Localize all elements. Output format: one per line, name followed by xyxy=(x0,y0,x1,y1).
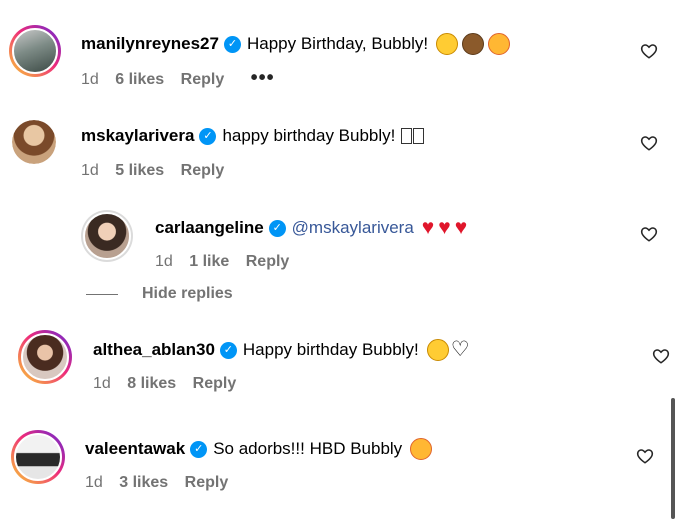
comment-time: 1d xyxy=(93,375,111,392)
like-heart-icon[interactable] xyxy=(652,347,670,365)
comment-text: So adorbs!!! HBD Bubbly xyxy=(213,439,403,458)
reply-button[interactable]: Reply xyxy=(181,162,225,179)
verified-badge-icon: ✓ xyxy=(199,127,217,145)
comment-text: Happy birthday Bubbly! xyxy=(242,340,419,359)
verified-badge-icon: ✓ xyxy=(268,219,286,237)
like-heart-icon[interactable] xyxy=(640,225,658,243)
hide-replies-label: Hide replies xyxy=(142,285,233,302)
like-heart-icon[interactable] xyxy=(640,42,658,60)
avatar[interactable] xyxy=(12,120,56,164)
red-heart-emoji: ♥ xyxy=(454,216,468,239)
verified-badge-icon: ✓ xyxy=(219,341,237,359)
comment-time: 1d xyxy=(81,71,99,88)
comment-time: 1d xyxy=(155,253,173,270)
comment-time: 1d xyxy=(85,474,103,491)
mention-link[interactable]: @mskaylarivera xyxy=(292,217,414,239)
missing-glyph-icon xyxy=(401,128,413,144)
reply-button[interactable]: Reply xyxy=(181,71,225,88)
comment-time: 1d xyxy=(81,162,99,179)
like-heart-icon[interactable] xyxy=(640,134,658,152)
comment-username[interactable]: valeentawak xyxy=(85,438,185,460)
white-heart-emoji: ♡ xyxy=(450,338,470,361)
avatar[interactable] xyxy=(9,25,61,77)
cake-emoji xyxy=(462,33,485,55)
verified-badge-icon: ✓ xyxy=(223,35,241,53)
avatar[interactable] xyxy=(81,210,133,262)
scrollbar[interactable] xyxy=(671,398,675,519)
avatar[interactable] xyxy=(11,430,65,484)
comment-username[interactable]: manilynreynes27 xyxy=(81,33,219,55)
more-options-icon[interactable]: ••• xyxy=(251,67,275,89)
smiling-face-with-hearts-emoji xyxy=(410,438,433,460)
reply-button[interactable]: Reply xyxy=(246,253,290,270)
hide-replies-button[interactable]: Hide replies xyxy=(86,285,233,303)
missing-glyph-icon xyxy=(413,128,425,144)
reply-button[interactable]: Reply xyxy=(185,474,229,491)
reply-button[interactable]: Reply xyxy=(193,375,237,392)
comment-likes[interactable]: 3 likes xyxy=(119,474,168,491)
hugging-face-emoji xyxy=(426,339,449,361)
red-heart-emoji: ♥ xyxy=(421,216,435,239)
smiling-face-emoji xyxy=(436,33,459,55)
comment-username[interactable]: althea_ablan30 xyxy=(93,339,215,361)
comment-username[interactable]: mskaylarivera xyxy=(81,125,194,147)
like-heart-icon[interactable] xyxy=(636,447,654,465)
divider-line xyxy=(86,293,118,295)
avatar[interactable] xyxy=(18,330,72,384)
comment-likes[interactable]: 6 likes xyxy=(115,71,164,88)
comment-text: Happy Birthday, Bubbly! xyxy=(246,34,429,53)
smiling-face-with-hearts-emoji xyxy=(488,33,511,55)
comment-username[interactable]: carlaangeline xyxy=(155,217,264,239)
verified-badge-icon: ✓ xyxy=(190,440,208,458)
comment-likes[interactable]: 5 likes xyxy=(115,162,164,179)
comment-likes[interactable]: 1 like xyxy=(189,253,229,270)
comment-text: happy birthday Bubbly! xyxy=(222,126,396,145)
comment-likes[interactable]: 8 likes xyxy=(127,375,176,392)
red-heart-emoji: ♥ xyxy=(438,216,451,239)
